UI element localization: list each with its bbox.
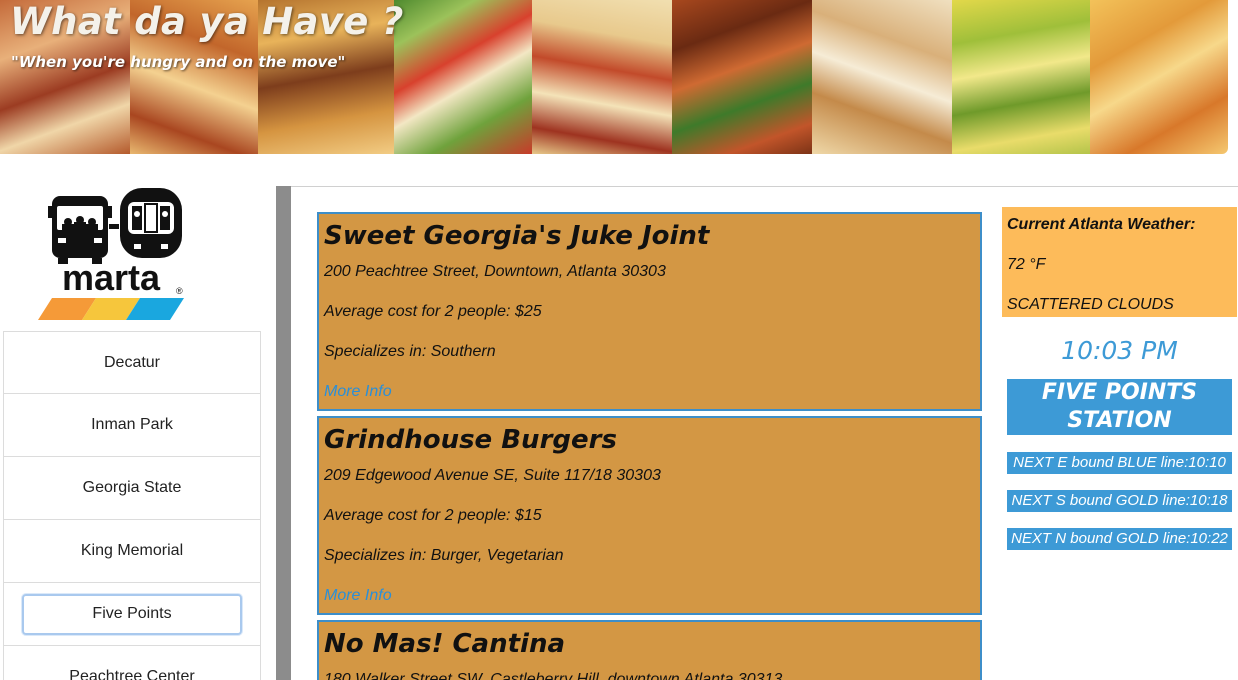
marta-logo: marta ® <box>34 184 190 324</box>
restaurant-specialty: Specializes in: Southern <box>324 343 496 360</box>
station-button-selected[interactable]: Five Points <box>22 593 242 635</box>
hero-banner: What da ya Have ? "When you're hungry an… <box>0 0 1228 154</box>
station-label: Five Points <box>92 605 172 622</box>
food-photo-salad <box>394 0 532 154</box>
station-item-five-points[interactable]: Five Points <box>3 583 261 646</box>
station-label: Decatur <box>103 353 161 371</box>
station-label: Georgia State <box>82 479 182 496</box>
weather-panel: Current Atlanta Weather: 72 °F SCATTERED… <box>1002 207 1237 317</box>
station-item-georgia-state[interactable]: Georgia State <box>3 457 261 520</box>
content-top-border <box>291 186 1238 187</box>
food-photo-pasta <box>532 0 672 154</box>
food-photo-meat <box>672 0 812 154</box>
restaurant-cost: Average cost for 2 people: $15 <box>324 507 542 524</box>
food-photo-fish <box>812 0 952 154</box>
weather-temperature: 72 °F <box>1007 256 1046 273</box>
weather-condition: SCATTERED CLOUDS <box>1007 296 1174 313</box>
restaurant-card: Grindhouse Burgers 209 Edgewood Avenue S… <box>317 416 982 615</box>
restaurant-name: Sweet Georgia's Juke Joint <box>324 221 710 251</box>
page-subtitle: "When you're hungry and on the move" <box>11 53 346 71</box>
restaurant-card: Sweet Georgia's Juke Joint 200 Peachtree… <box>317 212 982 411</box>
station-banner: FIVE POINTS STATION <box>1007 379 1232 435</box>
current-time: 10:03 PM <box>1061 336 1178 365</box>
station-item-decatur[interactable]: Decatur <box>3 331 261 394</box>
food-photo-noodles <box>952 0 1090 154</box>
weather-title: Current Atlanta Weather: <box>1007 216 1196 233</box>
svg-text:marta: marta <box>62 257 161 298</box>
restaurant-cost: Average cost for 2 people: $25 <box>324 303 542 320</box>
food-photo-fries <box>1090 0 1228 154</box>
content-divider <box>276 186 291 680</box>
restaurant-address: 209 Edgewood Avenue SE, Suite 117/18 303… <box>324 467 661 484</box>
restaurant-specialty: Specializes in: Burger, Vegetarian <box>324 547 564 564</box>
page-title: What da ya Have ? <box>10 0 404 43</box>
train-arrival: NEXT S bound GOLD line:10:18 <box>1007 490 1232 512</box>
restaurant-card: No Mas! Cantina 180 Walker Street SW, Ca… <box>317 620 982 680</box>
station-item-peachtree-center[interactable]: Peachtree Center <box>3 646 261 680</box>
train-arrival: NEXT E bound BLUE line:10:10 <box>1007 452 1232 474</box>
station-label: Inman Park <box>91 416 173 433</box>
restaurant-address: 180 Walker Street SW, Castleberry Hill, … <box>324 671 783 680</box>
svg-text:®: ® <box>176 286 183 296</box>
station-list: Decatur Inman Park Georgia State King Me… <box>3 331 261 680</box>
restaurant-address: 200 Peachtree Street, Downtown, Atlanta … <box>324 263 666 280</box>
station-label: King Memorial <box>80 542 184 559</box>
station-label: Peachtree Center <box>69 668 195 680</box>
station-item-inman-park[interactable]: Inman Park <box>3 394 261 457</box>
more-info-link[interactable]: More Info <box>324 380 975 404</box>
marta-logo-graphic: marta ® <box>38 188 184 320</box>
restaurant-name: Grindhouse Burgers <box>324 425 617 455</box>
station-item-king-memorial[interactable]: King Memorial <box>3 520 261 583</box>
train-arrival: NEXT N bound GOLD line:10:22 <box>1007 528 1232 550</box>
restaurant-name: No Mas! Cantina <box>324 629 566 659</box>
bus-icon <box>48 196 112 264</box>
train-icon <box>120 188 182 258</box>
more-info-link[interactable]: More Info <box>324 584 975 608</box>
